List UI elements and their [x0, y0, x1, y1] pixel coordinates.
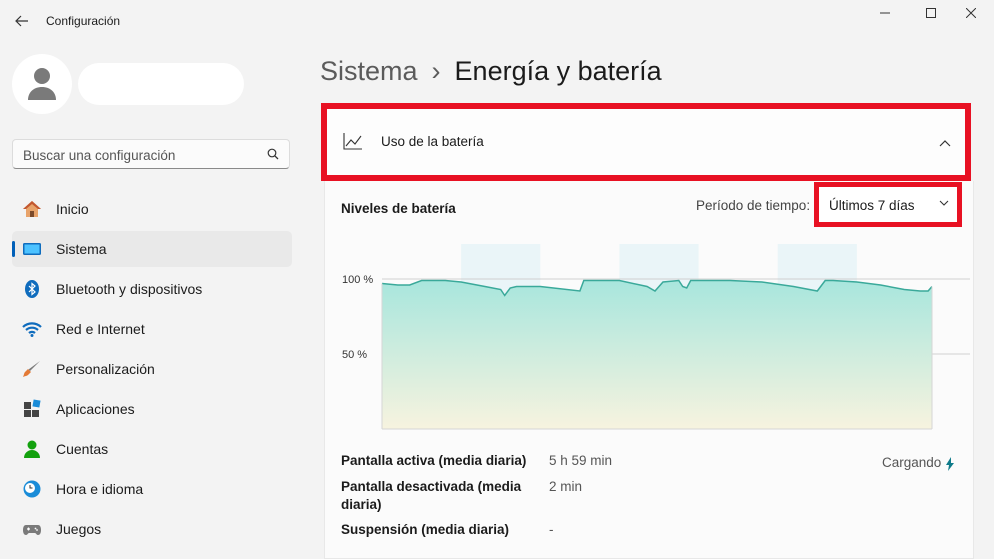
avatar: [12, 54, 72, 114]
minimize-icon: [880, 12, 890, 14]
page-title: Energía y batería: [454, 56, 662, 86]
collapse-button[interactable]: [933, 131, 957, 155]
sidebar-item-inicio[interactable]: Inicio: [12, 191, 292, 227]
line-chart-icon: [343, 133, 362, 150]
sidebar-item-hora[interactable]: Hora e idioma: [12, 471, 292, 507]
stat-label: Pantalla activa (media diaria): [341, 453, 527, 468]
battery-levels-title: Niveles de batería: [341, 201, 456, 216]
sidebar-item-sistema[interactable]: Sistema: [12, 231, 292, 267]
person-icon: [28, 68, 56, 100]
stat-label: Suspensión (media diaria): [341, 522, 510, 537]
sidebar-nav: Inicio Sistema Bluetooth y dispositivos …: [12, 191, 292, 551]
title-bar: Configuración: [0, 0, 994, 44]
wifi-icon: [22, 322, 42, 337]
monitor-icon: [23, 243, 41, 255]
chevron-up-icon: [939, 140, 951, 147]
stat-value: 2 min: [549, 479, 583, 494]
apps-icon: [24, 399, 41, 417]
sidebar-item-label: Juegos: [56, 521, 102, 537]
bluetooth-icon: [25, 280, 39, 298]
sidebar-item-bluetooth[interactable]: Bluetooth y dispositivos: [12, 271, 292, 307]
close-icon: [966, 8, 976, 18]
stat-value: -: [549, 522, 554, 537]
sidebar-item-label: Bluetooth y dispositivos: [56, 281, 203, 297]
sidebar-item-aplicaciones[interactable]: Aplicaciones: [12, 391, 292, 427]
clock-globe-icon: [23, 480, 41, 498]
stat-value: 5 h 59 min: [549, 453, 613, 468]
minimize-button[interactable]: [862, 0, 908, 26]
battery-usage-title: Uso de la batería: [381, 134, 484, 149]
sidebar-item-label: Red e Internet: [56, 321, 145, 337]
search-box[interactable]: [12, 139, 290, 170]
app-title: Configuración: [46, 14, 121, 28]
sidebar-item-juegos[interactable]: Juegos: [12, 511, 292, 547]
search-icon[interactable]: [267, 148, 279, 160]
gamepad-icon: [23, 525, 41, 535]
period-dropdown-highlight: Últimos 7 días: [814, 182, 962, 227]
stat-label: Pantalla desactivada (media diaria): [341, 479, 522, 512]
period-dropdown[interactable]: Últimos 7 días: [823, 192, 953, 218]
brush-icon: [23, 361, 40, 377]
sidebar-item-label: Personalización: [56, 361, 155, 377]
sidebar-item-label: Hora e idioma: [56, 481, 144, 497]
sidebar-item-label: Sistema: [56, 241, 107, 257]
sidebar-item-red[interactable]: Red e Internet: [12, 311, 292, 347]
battery-level-chart: 100 % 50 %: [342, 244, 970, 430]
account-icon: [24, 440, 40, 458]
lightning-icon: [946, 457, 955, 471]
sidebar-item-label: Inicio: [56, 201, 89, 217]
profile-name-redacted: [78, 63, 244, 105]
sidebar-item-personalizacion[interactable]: Personalización: [12, 351, 292, 387]
sidebar-item-cuentas[interactable]: Cuentas: [12, 431, 292, 467]
sidebar-item-label: Cuentas: [56, 441, 109, 457]
close-button[interactable]: [948, 0, 994, 26]
period-label: Período de tiempo:: [696, 198, 811, 213]
search-input[interactable]: [13, 140, 265, 170]
maximize-icon: [926, 8, 936, 18]
breadcrumb-separator: ›: [431, 56, 441, 86]
y-tick-label-1: 50 %: [342, 349, 367, 361]
charging-label: Cargando: [882, 454, 942, 470]
charging-status: Cargando: [882, 453, 955, 471]
chevron-down-icon: [939, 200, 949, 206]
back-arrow-icon: [15, 15, 28, 27]
y-tick-label-0: 100 %: [342, 274, 373, 286]
breadcrumb: Sistema › Energía y batería: [320, 56, 662, 87]
home-icon: [23, 201, 41, 217]
battery-area: [382, 280, 932, 429]
breadcrumb-parent[interactable]: Sistema: [320, 56, 418, 87]
back-button[interactable]: [8, 8, 36, 34]
period-value: Últimos 7 días: [829, 197, 915, 213]
sidebar-item-label: Aplicaciones: [56, 401, 135, 417]
battery-usage-header[interactable]: Uso de la batería: [321, 103, 971, 181]
